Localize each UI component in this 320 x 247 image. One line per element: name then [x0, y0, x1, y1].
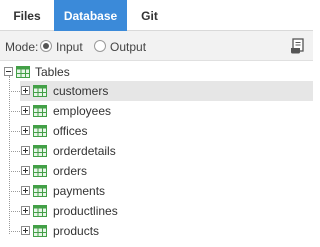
mode-input-radio[interactable]	[40, 40, 52, 52]
plus-icon[interactable]	[21, 106, 30, 115]
script-icon[interactable]	[290, 38, 305, 54]
table-icon	[16, 66, 30, 78]
tab-bar: Files Database Git	[0, 0, 313, 31]
tree-connector	[9, 171, 20, 172]
tree-item-label: payments	[53, 184, 106, 198]
table-icon	[33, 125, 47, 137]
tree-connector	[9, 191, 20, 192]
mode-bar: Mode: Input Output	[0, 31, 313, 61]
tree-item-products[interactable]: products	[9, 221, 313, 241]
tab-database[interactable]: Database	[54, 0, 127, 31]
plus-icon[interactable]	[21, 226, 30, 235]
table-icon	[33, 205, 47, 217]
tree-item-productlines[interactable]: productlines	[9, 201, 313, 221]
tree-item-orderdetails[interactable]: orderdetails	[9, 141, 313, 161]
tree-item-label: offices	[53, 124, 88, 138]
tree-item-label: orders	[53, 164, 88, 178]
table-tree: Tables customers employees offices order…	[0, 61, 313, 247]
tree-item-payments[interactable]: payments	[9, 181, 313, 201]
tree-item-label: products	[53, 224, 100, 238]
tree-item-orders[interactable]: orders	[9, 161, 313, 181]
mode-output-radio[interactable]	[94, 40, 106, 52]
mode-output-label[interactable]: Output	[110, 40, 146, 54]
plus-icon[interactable]	[21, 126, 30, 135]
plus-icon[interactable]	[21, 166, 30, 175]
tree-item-label: productlines	[53, 204, 118, 218]
table-icon	[33, 105, 47, 117]
table-icon	[33, 145, 47, 157]
table-icon	[33, 185, 47, 197]
tree-item-label: customers	[53, 84, 109, 98]
tree-connector	[9, 231, 20, 232]
minus-icon[interactable]	[4, 67, 13, 76]
plus-icon[interactable]	[21, 86, 30, 95]
tree-item-label: employees	[53, 104, 112, 118]
tree-item-employees[interactable]: employees	[9, 101, 313, 121]
mode-label: Mode:	[5, 40, 39, 54]
tree-item-offices[interactable]: offices	[9, 121, 313, 141]
tree-connector	[9, 91, 20, 92]
mode-input-label[interactable]: Input	[56, 40, 83, 54]
table-icon	[33, 85, 47, 97]
tab-git[interactable]: Git	[127, 0, 172, 31]
table-icon	[33, 165, 47, 177]
table-icon	[33, 225, 47, 237]
tree-item-label: orderdetails	[53, 144, 116, 158]
tree-connector	[9, 211, 20, 212]
tree-root-label[interactable]: Tables	[35, 65, 70, 79]
plus-icon[interactable]	[21, 186, 30, 195]
plus-icon[interactable]	[21, 146, 30, 155]
tree-connector	[9, 151, 20, 152]
tree-connector	[9, 131, 20, 132]
plus-icon[interactable]	[21, 206, 30, 215]
tab-files[interactable]: Files	[0, 0, 54, 31]
tree-item-customers[interactable]: customers	[9, 81, 313, 101]
tree-connector	[9, 111, 20, 112]
